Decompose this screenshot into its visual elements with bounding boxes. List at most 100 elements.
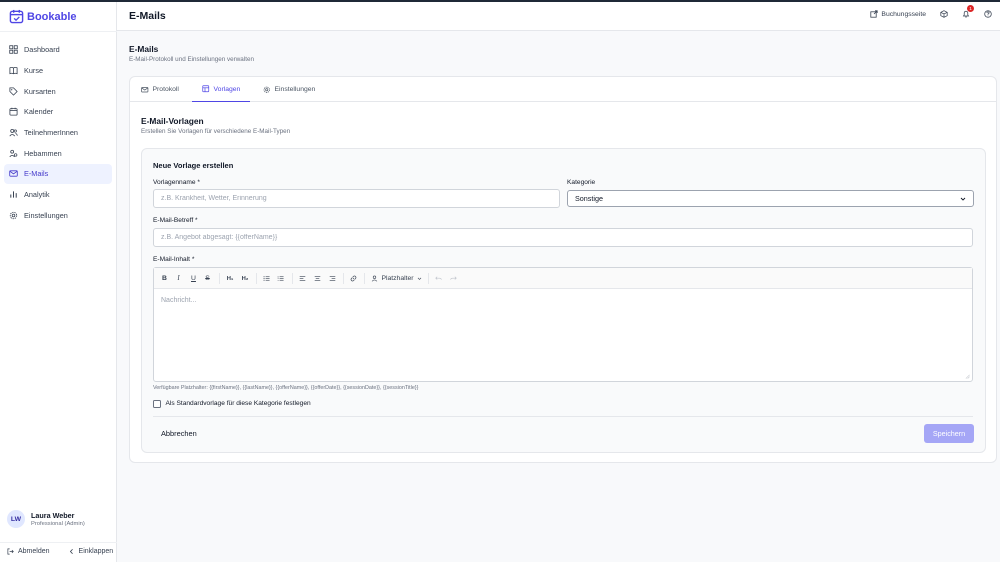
calendar-logo-icon xyxy=(9,9,24,24)
sidebar-item-kalender[interactable]: Kalender xyxy=(4,102,112,122)
heading2-button[interactable]: H₂ xyxy=(240,273,250,284)
gear-icon xyxy=(9,211,18,219)
sidebar-nav: Dashboard Kurse Kursarten Kalender Teiln… xyxy=(4,40,112,226)
bold-button[interactable]: B xyxy=(160,273,169,284)
sidebar-item-hebammen[interactable]: Hebammen xyxy=(4,143,112,163)
divider xyxy=(153,416,973,417)
toolbar-divider xyxy=(219,273,220,284)
default-template-label: Als Standardvorlage für diese Kategorie … xyxy=(165,400,311,408)
page-title: E-Mails xyxy=(129,44,159,54)
subject-label: E-Mail-Betreff * xyxy=(153,217,198,224)
undo-button[interactable] xyxy=(434,273,443,284)
user-role: Professional (Admin) xyxy=(31,521,85,527)
bullet-list-button[interactable] xyxy=(262,273,271,284)
user-profile[interactable]: LW Laura Weber Professional (Admin) xyxy=(7,510,85,528)
top-header: E-Mails Buchungsseite 1 xyxy=(117,2,1000,31)
page-subtitle: E-Mail-Protokoll und Einstellungen verwa… xyxy=(129,56,254,63)
editor-toolbar: B I U S H₁ H₂ Platzhalter xyxy=(154,268,972,289)
default-template-option[interactable]: Als Standardvorlage für diese Kategorie … xyxy=(153,400,311,408)
logout-icon xyxy=(7,548,14,555)
mail-icon xyxy=(141,86,149,93)
align-left-icon xyxy=(299,276,306,281)
toolbar-divider xyxy=(292,273,293,284)
notifications-button[interactable]: 1 xyxy=(962,5,974,18)
calendar-icon xyxy=(9,108,18,116)
redo-button[interactable] xyxy=(449,273,458,284)
align-center-icon xyxy=(314,276,321,281)
tag-icon xyxy=(9,87,18,96)
strikethrough-button[interactable]: S xyxy=(203,273,212,284)
bullet-list-icon xyxy=(263,276,270,281)
avatar: LW xyxy=(7,510,25,528)
sidebar-item-label: Analytik xyxy=(24,190,50,200)
align-center-button[interactable] xyxy=(313,273,322,284)
sidebar-item-label: Dashboard xyxy=(24,45,60,55)
collapse-button[interactable]: Einklappen xyxy=(68,548,114,555)
booking-page-link[interactable]: Buchungsseite xyxy=(870,10,926,18)
resize-handle-icon[interactable] xyxy=(965,374,970,379)
external-link-icon xyxy=(870,10,879,18)
booking-page-label: Buchungsseite xyxy=(881,10,926,18)
category-selected-value: Sonstige xyxy=(575,194,603,203)
ordered-list-button[interactable] xyxy=(276,273,285,284)
template-name-input[interactable] xyxy=(153,189,560,208)
align-left-button[interactable] xyxy=(298,273,307,284)
sidebar-item-kursarten[interactable]: Kursarten xyxy=(4,81,112,101)
header-actions: Buchungsseite 1 xyxy=(870,5,992,18)
placeholder-dropdown-label: Platzhalter xyxy=(381,275,414,282)
tab-protokoll[interactable]: Protokoll xyxy=(141,77,179,102)
toolbar-divider xyxy=(343,273,344,284)
underline-button[interactable]: U xyxy=(189,273,198,284)
undo-icon xyxy=(435,276,442,280)
save-button[interactable]: Speichern xyxy=(924,424,974,443)
collapse-label: Einklappen xyxy=(78,548,114,555)
chevron-down-icon xyxy=(960,197,966,201)
sidebar-item-label: Einstellungen xyxy=(24,210,68,220)
users-icon xyxy=(9,128,18,137)
user-name: Laura Weber xyxy=(31,511,75,520)
mail-icon xyxy=(9,170,18,177)
tab-einstellungen[interactable]: Einstellungen xyxy=(263,77,315,102)
tab-label: Einstellungen xyxy=(274,86,316,93)
emails-card: Protokoll Vorlagen Einstellungen E-Mail-… xyxy=(129,76,997,463)
align-right-button[interactable] xyxy=(328,273,337,284)
tab-bar: Protokoll Vorlagen Einstellungen xyxy=(130,77,996,102)
placeholder-dropdown[interactable]: Platzhalter xyxy=(370,273,423,284)
chart-icon xyxy=(10,191,17,198)
user-icon xyxy=(372,275,378,282)
placeholder-hint: Verfügbare Platzhalter: {{firstName}}, {… xyxy=(153,385,419,391)
app-name: Bookable xyxy=(27,10,77,23)
sidebar-item-emails[interactable]: E-Mails xyxy=(4,164,112,184)
sidebar: Bookable Dashboard Kurse Kursarten Kalen… xyxy=(0,2,117,562)
sidebar-item-teilnehmerinnen[interactable]: TeilnehmerInnen xyxy=(4,123,112,143)
sidebar-item-kurse[interactable]: Kurse xyxy=(4,61,112,81)
editor-content-area[interactable]: Nachricht... xyxy=(161,297,196,304)
tab-label: Vorlagen xyxy=(213,85,241,93)
sidebar-item-einstellungen[interactable]: Einstellungen xyxy=(4,206,112,226)
divider xyxy=(0,31,117,32)
form-title: Neue Vorlage erstellen xyxy=(153,161,234,170)
section-title: E-Mail-Vorlagen xyxy=(141,116,204,126)
subject-input[interactable] xyxy=(153,228,973,247)
section-subtitle: Erstellen Sie Vorlagen für verschiedene … xyxy=(141,128,291,135)
sidebar-item-label: TeilnehmerInnen xyxy=(24,128,78,137)
brand-logo[interactable]: Bookable xyxy=(9,9,77,24)
sidebar-item-analytik[interactable]: Analytik xyxy=(4,185,112,205)
sidebar-item-label: E-Mails xyxy=(24,169,49,179)
sidebar-item-label: Kurse xyxy=(24,65,44,75)
redo-icon xyxy=(450,276,457,280)
sidebar-item-dashboard[interactable]: Dashboard xyxy=(4,40,112,60)
heading1-button[interactable]: H₁ xyxy=(225,273,235,284)
link-button[interactable] xyxy=(349,273,358,284)
category-select[interactable]: Sonstige xyxy=(567,190,974,207)
logout-button[interactable]: Abmelden xyxy=(7,548,50,555)
toolbar-divider xyxy=(428,273,429,284)
ordered-list-icon xyxy=(277,276,284,281)
help-icon[interactable] xyxy=(984,10,992,18)
notification-badge: 1 xyxy=(967,5,974,12)
tab-vorlagen[interactable]: Vorlagen xyxy=(192,77,251,102)
italic-button[interactable]: I xyxy=(174,273,183,284)
box-icon[interactable] xyxy=(940,10,948,18)
default-template-checkbox[interactable] xyxy=(153,400,161,408)
cancel-button[interactable]: Abbrechen xyxy=(161,429,197,438)
